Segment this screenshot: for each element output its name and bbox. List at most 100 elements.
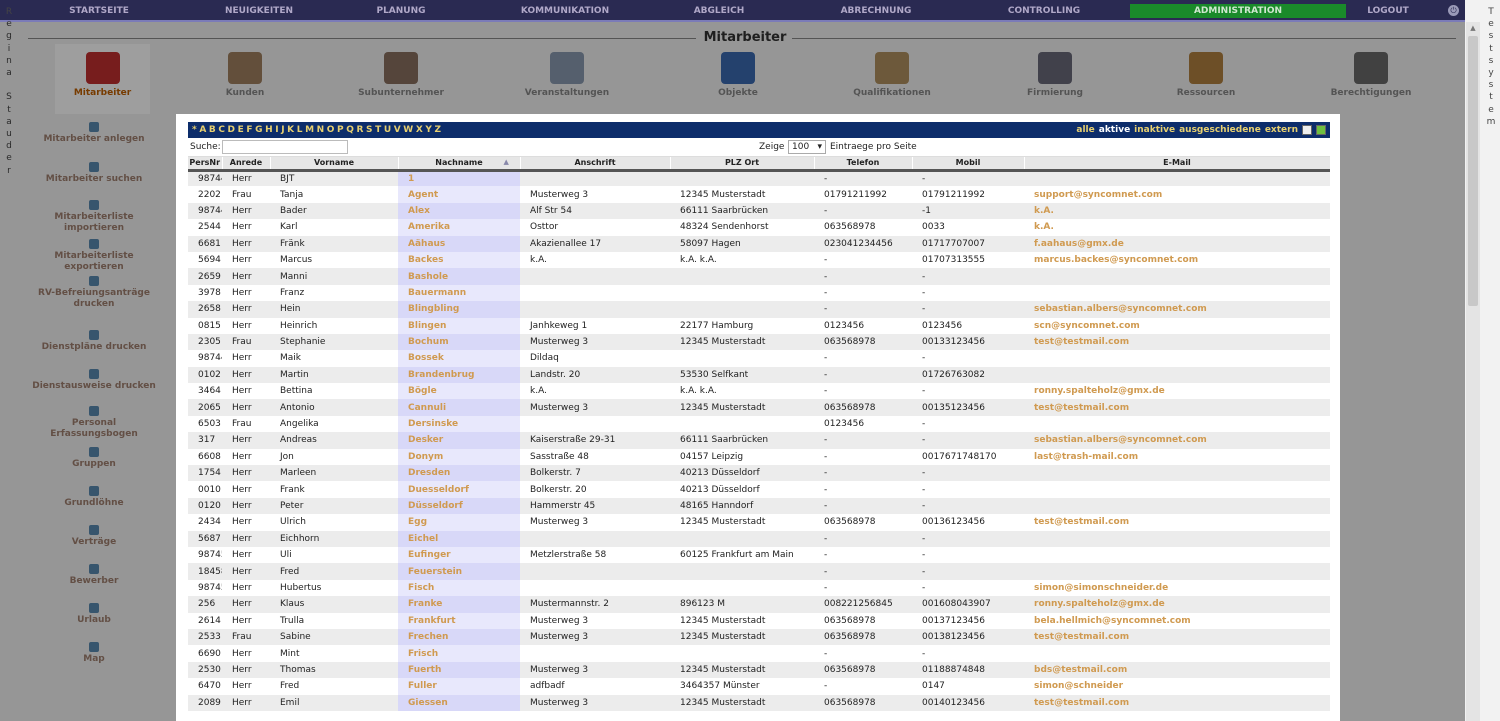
cell-email[interactable] xyxy=(1024,284,1330,302)
cell-email[interactable]: sebastian.albers@syncomnet.com xyxy=(1024,432,1330,449)
cell-nachname[interactable]: Desker xyxy=(398,432,520,449)
cell-email[interactable] xyxy=(1024,465,1330,482)
cell-nachname[interactable]: Blingbling xyxy=(398,301,520,318)
sidebar-item[interactable]: Mitarbeiter suchen xyxy=(28,162,160,185)
letter-filter-item[interactable]: F xyxy=(246,125,252,135)
cell-email[interactable]: marcus.backes@syncomnet.com xyxy=(1024,251,1330,269)
cell-nachname[interactable]: Bauermann xyxy=(398,284,520,302)
cell-nachname[interactable]: Duesseldorf xyxy=(398,481,520,498)
nav-controlling[interactable]: CONTROLLING xyxy=(990,4,1098,18)
cell-email[interactable]: test@testmail.com xyxy=(1024,333,1330,351)
module-mitarbeiter[interactable]: Mitarbeiter xyxy=(55,44,150,114)
table-row[interactable]: 3978 Herr Franz Bauermann - - xyxy=(188,284,1330,302)
cell-nachname[interactable]: Blingen xyxy=(398,317,520,334)
sidebar-item[interactable]: Dienstausweise drucken xyxy=(28,369,160,392)
cell-nachname[interactable]: Eufinger xyxy=(398,546,520,564)
letter-filter-item[interactable]: B xyxy=(209,125,216,135)
cell-nachname[interactable]: Backes xyxy=(398,251,520,269)
column-header-plzort[interactable]: PLZ Ort xyxy=(670,157,815,172)
table-row[interactable]: 987453HerrHubertusFisch--simon@simonschn… xyxy=(188,579,1330,597)
sidebar-item[interactable]: Verträge xyxy=(28,525,160,548)
column-header-anschrift[interactable]: Anschrift xyxy=(520,157,671,172)
cell-email[interactable]: last@trash-mail.com xyxy=(1024,448,1330,466)
cell-email[interactable]: support@syncomnet.com xyxy=(1024,186,1330,203)
letter-filter-item[interactable]: M xyxy=(305,125,314,135)
cell-nachname[interactable]: Fuller xyxy=(398,678,520,695)
table-row[interactable]: 2614 Herr Trulla Frankfurt Musterweg 3 12345 … xyxy=(188,612,1330,629)
cell-nachname[interactable]: Dersinske xyxy=(398,415,520,433)
sidebar-item[interactable]: Mitarbeiter anlegen xyxy=(28,122,160,145)
nav-logout[interactable]: LOGOUT xyxy=(1360,4,1416,18)
sidebar-item[interactable]: Map xyxy=(28,642,160,665)
nav-planung[interactable]: PLANUNG xyxy=(360,4,442,18)
cell-email[interactable] xyxy=(1024,415,1330,433)
module-berechtigungen[interactable]: Berechtigungen xyxy=(1311,44,1431,114)
cell-nachname[interactable]: 1 xyxy=(398,170,520,187)
sidebar-item[interactable]: Dienstpläne drucken xyxy=(28,330,160,353)
table-row[interactable]: 2659 Herr Manni Bashole - - xyxy=(188,268,1330,285)
search-input[interactable] xyxy=(222,140,348,154)
cell-email[interactable]: test@testmail.com xyxy=(1024,399,1330,416)
table-row[interactable]: 2544 Herr Karl Amerika Osttor 48324 Sendenhor… xyxy=(188,219,1330,236)
table-row[interactable]: 6690 Herr Mint Frisch - - xyxy=(188,645,1330,662)
table-row[interactable]: 987451HerrUliEufingerMetzlerstraße 58601… xyxy=(188,546,1330,564)
nav-administration[interactable]: ADMINISTRATION xyxy=(1130,4,1346,18)
nav-neuigkeiten[interactable]: NEUIGKEITEN xyxy=(220,4,298,18)
cell-email[interactable]: f.aahaus@gmx.de xyxy=(1024,235,1330,252)
export-list-icon[interactable] xyxy=(1302,125,1312,135)
sidebar-item[interactable]: Gruppen xyxy=(28,447,160,470)
filter-extern[interactable]: extern xyxy=(1265,125,1298,135)
table-row[interactable]: 987444HerrBaderAlexAlf Str 5466111 Saarb… xyxy=(188,202,1330,220)
table-row[interactable]: 317 Herr Andreas Desker Kaiserstraße 29-31 66… xyxy=(188,432,1330,449)
table-row[interactable]: 2658 Herr Hein Blingbling - - sebastian.albers… xyxy=(188,301,1330,318)
cell-nachname[interactable]: Giessen xyxy=(398,694,520,711)
cell-email[interactable]: bela.hellmich@syncomnet.com xyxy=(1024,612,1330,629)
table-row[interactable]: 987448HerrBJT1 -- xyxy=(188,170,1330,187)
cell-email[interactable]: sebastian.albers@syncomnet.com xyxy=(1024,301,1330,318)
column-header-mobil[interactable]: Mobil xyxy=(912,157,1025,172)
table-row[interactable]: 2434 Herr Ulrich Egg Musterweg 3 12345 Muster… xyxy=(188,514,1330,531)
cell-email[interactable]: bds@testmail.com xyxy=(1024,661,1330,679)
column-header-nachname[interactable]: Nachname ▲ xyxy=(398,157,521,172)
module-veranstaltungen[interactable]: Veranstaltungen xyxy=(507,44,627,114)
letter-filter-item[interactable]: Z xyxy=(435,125,442,135)
cell-nachname[interactable]: Cannuli xyxy=(398,399,520,416)
column-header-email[interactable]: E-Mail xyxy=(1024,157,1330,172)
module-kunden[interactable]: Kunden xyxy=(185,44,305,114)
letter-filter-item[interactable]: O xyxy=(327,125,335,135)
cell-nachname[interactable]: Agent xyxy=(398,186,520,203)
letter-filter-item[interactable]: C xyxy=(218,125,225,135)
cell-email[interactable]: ronny.spalteholz@gmx.de xyxy=(1024,383,1330,400)
table-row[interactable]: 2065 Herr Antonio Cannuli Musterweg 3 12345 M… xyxy=(188,399,1330,416)
letter-filter-item[interactable]: X xyxy=(416,125,423,135)
cell-nachname[interactable]: Frankfurt xyxy=(398,612,520,629)
filter-inaktive[interactable]: inaktive xyxy=(1134,125,1175,135)
filter-aktive[interactable]: aktive xyxy=(1099,125,1130,135)
cell-email[interactable]: ronny.spalteholz@gmx.de xyxy=(1024,596,1330,613)
table-row[interactable]: 2305 Frau Stephanie Bochum Musterweg 3 12345 … xyxy=(188,333,1330,351)
cell-nachname[interactable]: Brandenbrug xyxy=(398,366,520,384)
table-row[interactable]: 6608 Herr Jon Donym Sasstraße 48 04157 Leipzi… xyxy=(188,448,1330,466)
letter-filter-item[interactable]: A xyxy=(199,125,206,135)
table-row[interactable]: 3464 Herr Bettina Bögle k.A. k.A. k.A. - - ronny… xyxy=(188,383,1330,400)
cell-nachname[interactable]: Bashole xyxy=(398,268,520,285)
letter-filter-item[interactable]: S xyxy=(366,125,372,135)
letter-filter-item[interactable]: W xyxy=(403,125,413,135)
letter-filter-item[interactable]: * xyxy=(192,125,197,135)
cell-email[interactable] xyxy=(1024,530,1330,547)
letter-filter-item[interactable]: J xyxy=(281,125,284,135)
column-header-anrede[interactable]: Anrede xyxy=(222,157,271,172)
sidebar-item[interactable]: Grundlöhne xyxy=(28,486,160,509)
cell-nachname[interactable]: Frechen xyxy=(398,628,520,646)
module-qualifikationen[interactable]: Qualifikationen xyxy=(832,44,952,114)
column-header-persnr[interactable]: PersNr xyxy=(188,157,223,172)
power-icon[interactable]: ⏻ xyxy=(1448,5,1459,16)
cell-email[interactable]: k.A. xyxy=(1024,202,1330,220)
table-row[interactable]: 5694 Herr Marcus Backes k.A. k.A. k.A. -017073… xyxy=(188,251,1330,269)
table-row[interactable]: 2089 Herr Emil Giessen Musterweg 3 12345 Must… xyxy=(188,694,1330,711)
letter-filter-item[interactable]: K xyxy=(287,125,294,135)
cell-email[interactable]: test@testmail.com xyxy=(1024,694,1330,711)
module-firmierung[interactable]: Firmierung xyxy=(995,44,1115,114)
filter-ausgeschiedene[interactable]: ausgeschiedene xyxy=(1179,125,1261,135)
letter-filter-item[interactable]: H xyxy=(265,125,273,135)
